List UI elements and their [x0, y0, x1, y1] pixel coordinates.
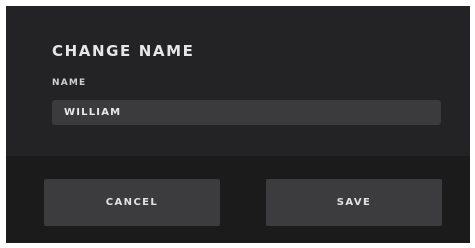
save-button[interactable]: SAVE [266, 179, 442, 226]
cancel-button[interactable]: CANCEL [44, 179, 220, 226]
dialog-title: CHANGE NAME [52, 42, 195, 60]
change-name-dialog: CHANGE NAME NAME CANCEL SAVE [6, 6, 470, 243]
name-field-label: NAME [52, 78, 87, 88]
name-input[interactable] [52, 100, 441, 125]
dialog-body: CHANGE NAME NAME [6, 6, 470, 156]
